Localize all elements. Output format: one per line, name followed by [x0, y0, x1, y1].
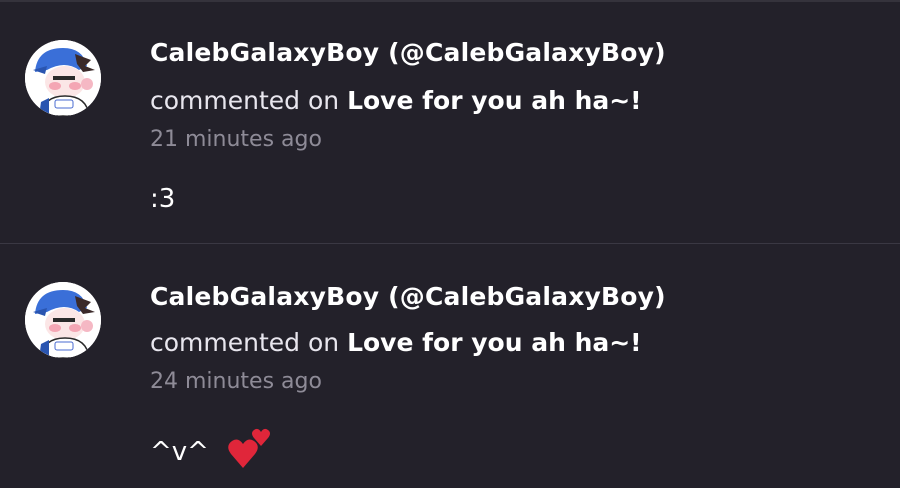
comment-action: commented on Love for you ah ha~! — [150, 328, 642, 357]
action-verb: commented on — [150, 86, 340, 115]
comment-body: ^v^ — [150, 437, 209, 467]
comment-body-container: ^v^ — [150, 424, 275, 481]
comment-timestamp: 24 minutes ago — [150, 369, 322, 394]
avatar[interactable] — [25, 40, 101, 116]
comment-item: CalebGalaxyBoy (@CalebGalaxyBoy) comment… — [0, 244, 900, 488]
comment-action: commented on Love for you ah ha~! — [150, 86, 642, 115]
comment-feed: CalebGalaxyBoy (@CalebGalaxyBoy) comment… — [0, 0, 900, 488]
comment-target-link[interactable]: Love for you ah ha~! — [347, 86, 642, 115]
avatar[interactable] — [25, 282, 101, 358]
comment-body: :3 — [150, 184, 176, 214]
comment-author[interactable]: CalebGalaxyBoy (@CalebGalaxyBoy) — [150, 38, 666, 67]
comment-item: CalebGalaxyBoy (@CalebGalaxyBoy) comment… — [0, 2, 900, 244]
action-verb: commented on — [150, 328, 340, 357]
comment-target-link[interactable]: Love for you ah ha~! — [347, 328, 642, 357]
comment-timestamp: 21 minutes ago — [150, 127, 322, 152]
two-hearts-icon — [225, 424, 275, 481]
comment-author[interactable]: CalebGalaxyBoy (@CalebGalaxyBoy) — [150, 282, 666, 311]
